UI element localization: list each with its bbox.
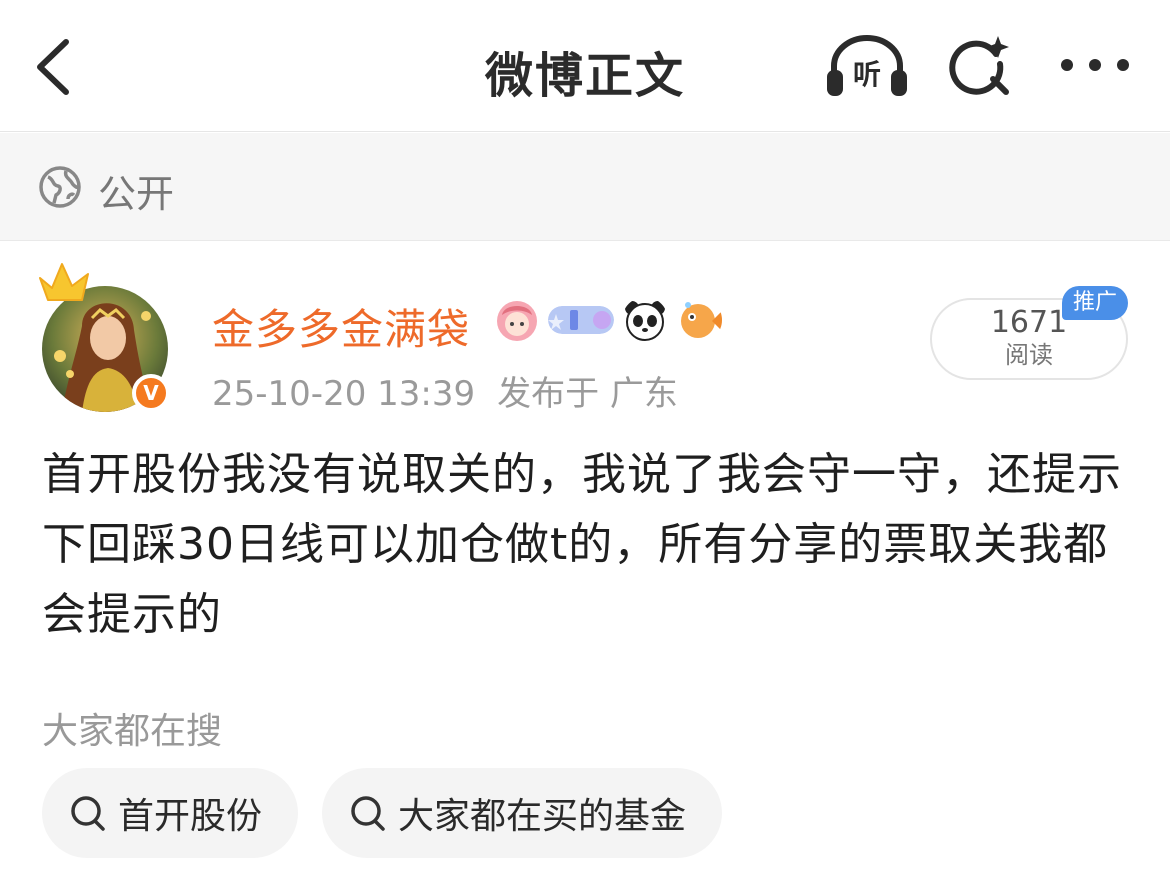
trending-search-title: 大家都在搜 xyxy=(42,711,223,752)
post-location: 发布于 广东 xyxy=(497,374,678,414)
search-icon xyxy=(351,796,385,831)
author-name[interactable]: 金多多金满袋 xyxy=(212,296,470,357)
post-time: 25-10-20 13:39 xyxy=(212,374,476,414)
svg-text:听: 听 xyxy=(853,58,881,91)
more-icon xyxy=(1061,59,1129,71)
globe-icon xyxy=(39,166,81,208)
girl-badge-icon xyxy=(497,301,537,341)
post-meta: 25-10-20 13:39 发布于 广东 xyxy=(212,366,678,415)
read-count-label: 阅读 xyxy=(1005,341,1053,369)
search-button[interactable] xyxy=(946,32,1014,98)
listen-button[interactable]: 听 xyxy=(824,34,910,98)
verified-badge: V xyxy=(132,374,170,412)
trending-search-list: 首开股份 大家都在买的基金 xyxy=(42,768,723,858)
visibility-label: 公开 xyxy=(98,172,175,216)
promote-tag[interactable]: 推广 xyxy=(1062,286,1128,320)
author-avatar[interactable]: V xyxy=(36,258,186,416)
search-chip[interactable]: 首开股份 xyxy=(42,768,299,858)
level-badge-icon xyxy=(548,306,614,334)
panda-badge-icon xyxy=(625,301,665,341)
headphones-icon: 听 xyxy=(827,35,907,96)
search-icon xyxy=(949,36,1009,95)
fish-badge-icon xyxy=(681,302,722,338)
user-badges[interactable] xyxy=(494,297,722,343)
post-content: 首开股份我没有说取关的，我说了我会守一守，还提示下回踩30日线可以加仓做t的，所… xyxy=(42,449,1122,640)
top-bar: 微博正文 听 xyxy=(0,0,1170,132)
search-icon xyxy=(71,796,105,831)
search-chip[interactable]: 大家都在买的基金 xyxy=(322,768,723,858)
search-chip-label: 首开股份 xyxy=(118,796,263,837)
search-chip-label: 大家都在买的基金 xyxy=(398,796,687,837)
visibility-row: 公开 xyxy=(0,133,1170,241)
crown-icon xyxy=(39,263,89,301)
more-button[interactable] xyxy=(1058,50,1132,80)
